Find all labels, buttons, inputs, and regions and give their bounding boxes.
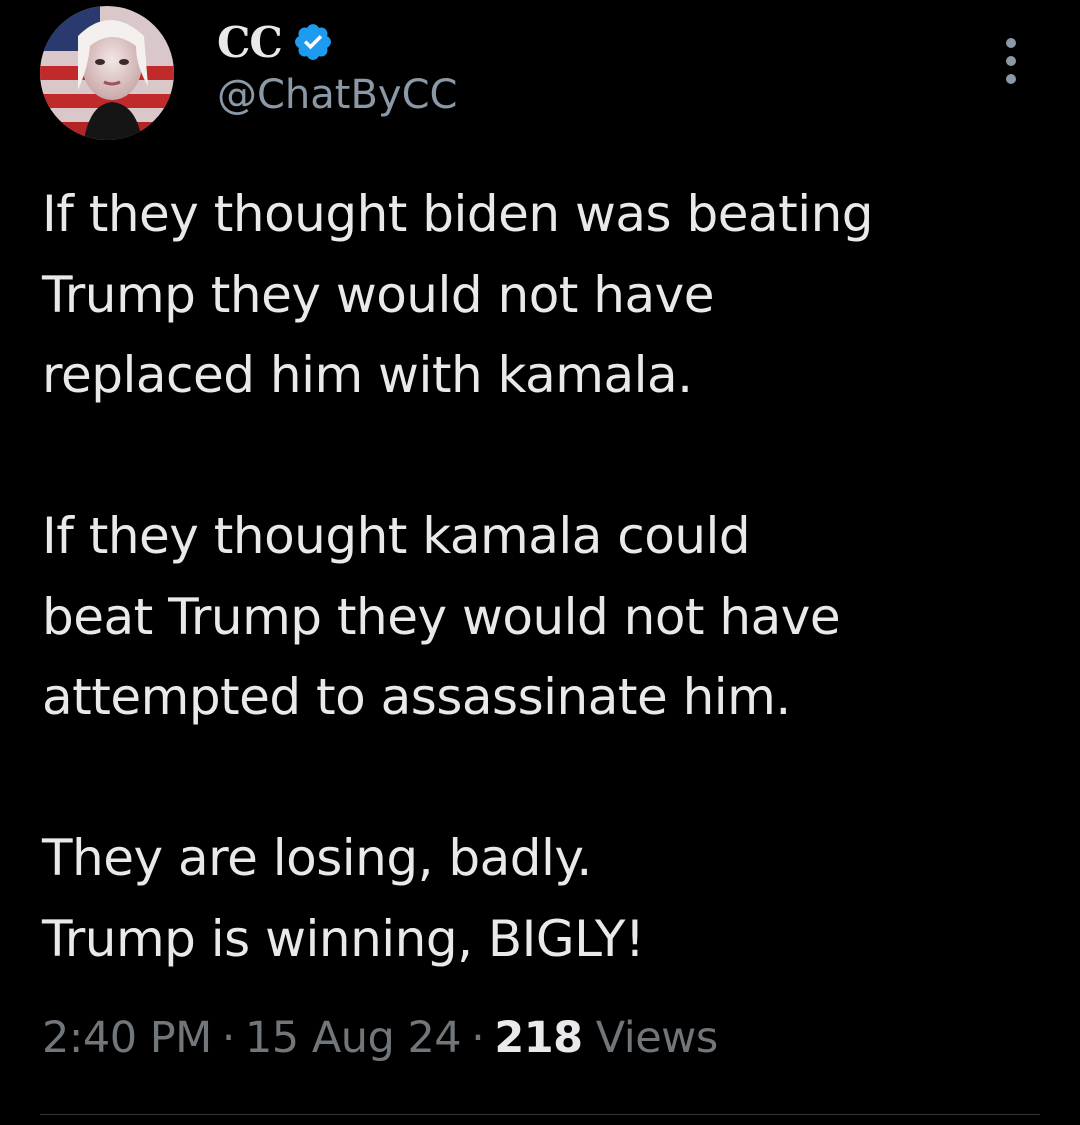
tweet-date[interactable]: 15 Aug 24	[245, 1013, 462, 1063]
views-count: 218	[494, 1013, 583, 1063]
tweet-line: replaced him with kamala.	[42, 346, 693, 404]
tweet-line: beat Trump they would not have	[42, 587, 841, 646]
meta-separator: ·	[221, 1013, 236, 1063]
more-options-icon[interactable]	[996, 38, 1026, 84]
verified-badge-icon	[292, 21, 334, 63]
tweet-text: If they thought biden was beating Trump …	[42, 174, 1052, 979]
more-dot	[1006, 56, 1016, 66]
tweet-paragraph: If they thought biden was beating Trump …	[42, 174, 1052, 416]
more-dot	[1006, 38, 1016, 48]
avatar[interactable]	[40, 6, 174, 140]
display-name[interactable]: CC	[217, 18, 283, 67]
tweet-line: They are losing, badly.	[42, 829, 592, 887]
tweet-line: Trump they would not have	[42, 265, 714, 324]
tweet-line: If they thought kamala could	[42, 507, 751, 565]
tweet-time[interactable]: 2:40 PM	[42, 1013, 212, 1063]
tweet-line: attempted to assassinate him.	[42, 668, 791, 726]
tweet-paragraph: If they thought kamala could beat Trump …	[42, 496, 1052, 738]
tweet-metadata: 2:40 PM · 15 Aug 24 · 218 Views	[42, 1013, 718, 1063]
meta-separator: ·	[471, 1013, 485, 1063]
divider	[40, 1114, 1040, 1115]
views-label: Views	[595, 1013, 718, 1063]
tweet: CC @ChatByCC If they thought biden was b…	[0, 0, 1080, 1125]
author-name-row: CC	[217, 14, 334, 70]
more-dot	[1006, 74, 1016, 84]
tweet-paragraph: They are losing, badly. Trump is winning…	[42, 818, 1052, 979]
tweet-line: If they thought biden was beating	[42, 185, 874, 243]
tweet-line: Trump is winning, BIGLY!	[42, 909, 645, 968]
author-handle[interactable]: @ChatByCC	[217, 72, 457, 118]
